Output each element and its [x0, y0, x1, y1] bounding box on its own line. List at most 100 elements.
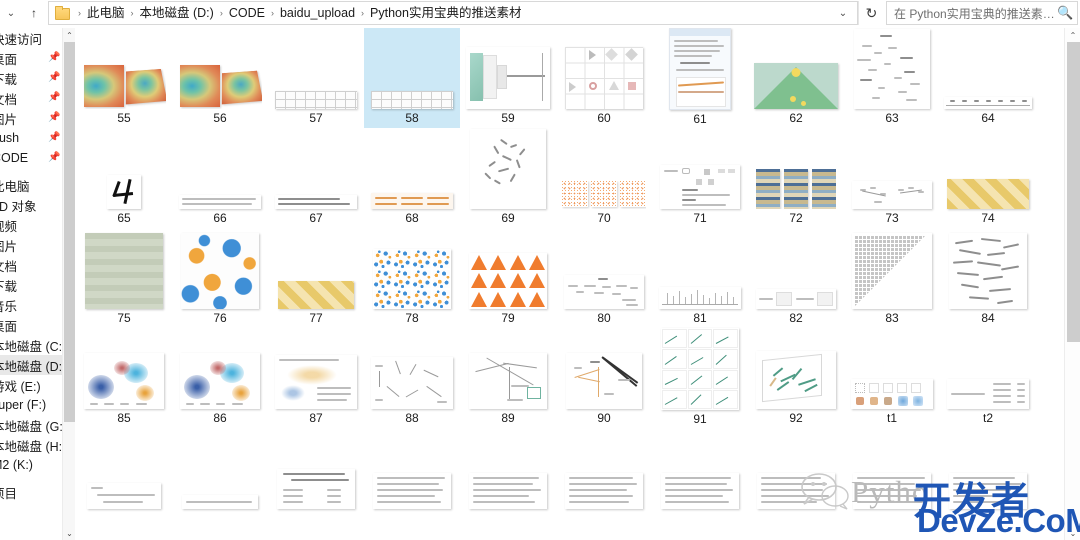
- scroll-down-icon[interactable]: ⌄: [1065, 526, 1080, 540]
- navigation-pane[interactable]: 快速访问 桌面 📌 下载 📌 文档 📌 图片 📌 push 📌 CODE 📌 此…: [0, 28, 62, 540]
- search-box[interactable]: 在 Python实用宝典的推送素… 🔍: [886, 1, 1078, 25]
- file-item[interactable]: 90: [556, 328, 652, 428]
- file-item[interactable]: 72: [748, 128, 844, 228]
- breadcrumb-item-0[interactable]: 此电脑: [85, 2, 127, 24]
- file-item[interactable]: [76, 428, 172, 528]
- file-item[interactable]: [556, 428, 652, 528]
- file-item[interactable]: t2: [940, 328, 1036, 428]
- content-scrollbar-thumb[interactable]: [1067, 42, 1080, 342]
- sidebar-item-drive-f[interactable]: super (F:): [0, 395, 62, 415]
- file-item[interactable]: 79: [460, 228, 556, 328]
- scroll-down-icon[interactable]: ⌄: [63, 526, 76, 540]
- sidebar-item-videos[interactable]: 视频: [0, 215, 62, 235]
- file-item[interactable]: 91: [652, 328, 748, 428]
- sidebar-item-documents-pc[interactable]: 文档: [0, 255, 62, 275]
- file-item[interactable]: [364, 428, 460, 528]
- file-item[interactable]: [268, 428, 364, 528]
- sidebar-item-pictures-pc[interactable]: 图片: [0, 235, 62, 255]
- sidebar-item-drive-h[interactable]: 本地磁盘 (H:): [0, 435, 62, 455]
- file-item[interactable]: 71: [652, 128, 748, 228]
- file-item[interactable]: 62: [748, 28, 844, 128]
- sidebar-scrollbar-thumb[interactable]: [64, 42, 75, 422]
- sidebar-group-this-pc[interactable]: 此电脑: [0, 175, 62, 195]
- search-input[interactable]: 在 Python实用宝典的推送素…: [894, 5, 1057, 22]
- sidebar-label: 此电脑: [0, 179, 30, 194]
- file-item[interactable]: 64: [940, 28, 1036, 128]
- file-item[interactable]: 88: [364, 328, 460, 428]
- file-item[interactable]: 85: [76, 328, 172, 428]
- file-item[interactable]: 57: [268, 28, 364, 128]
- file-item-selected[interactable]: 58: [364, 28, 460, 128]
- file-item[interactable]: 66: [172, 128, 268, 228]
- thumbnail: [940, 428, 1036, 511]
- sidebar-item-desktop[interactable]: 桌面 📌: [0, 48, 62, 68]
- sidebar-item-drive-g[interactable]: 本地磁盘 (G:): [0, 415, 62, 435]
- file-item[interactable]: 80: [556, 228, 652, 328]
- sidebar-item-push[interactable]: push 📌: [0, 128, 62, 148]
- thumbnail: [652, 28, 748, 112]
- file-item[interactable]: 83: [844, 228, 940, 328]
- file-item[interactable]: 75: [76, 228, 172, 328]
- sidebar-item-3d-objects[interactable]: 3D 对象: [0, 195, 62, 215]
- sidebar-scrollbar[interactable]: ⌃ ⌄: [62, 28, 75, 540]
- file-item[interactable]: [940, 428, 1036, 528]
- breadcrumb-item-2[interactable]: CODE: [227, 2, 267, 24]
- file-item[interactable]: 89: [460, 328, 556, 428]
- sidebar-item-drive-c[interactable]: 本地磁盘 (C:): [0, 335, 62, 355]
- file-item[interactable]: 61: [652, 28, 748, 128]
- sidebar-item-desktop-pc[interactable]: 桌面: [0, 315, 62, 335]
- scroll-up-icon[interactable]: ⌃: [63, 28, 76, 42]
- breadcrumb-item-4[interactable]: Python实用宝典的推送素材: [368, 2, 523, 24]
- file-item[interactable]: 60: [556, 28, 652, 128]
- sidebar-item-documents[interactable]: 文档 📌: [0, 88, 62, 108]
- scroll-up-icon[interactable]: ⌃: [1065, 28, 1080, 42]
- sidebar-item-downloads[interactable]: 下载 📌: [0, 68, 62, 88]
- content-scrollbar[interactable]: ⌃ ⌄: [1064, 28, 1080, 540]
- file-row: 55 56 57 58 59 60 61 62 63 64: [76, 28, 1064, 128]
- sidebar-item-pictures[interactable]: 图片 📌: [0, 108, 62, 128]
- sidebar-group-projects[interactable]: 项目: [0, 482, 62, 502]
- file-item[interactable]: 73: [844, 128, 940, 228]
- file-item[interactable]: 56: [172, 28, 268, 128]
- sidebar-item-drive-d[interactable]: 本地磁盘 (D:): [0, 355, 62, 375]
- file-item[interactable]: 76: [172, 228, 268, 328]
- address-path-box[interactable]: › 此电脑 › 本地磁盘 (D:) › CODE › baidu_upload …: [48, 1, 858, 25]
- file-item[interactable]: [172, 428, 268, 528]
- file-item[interactable]: 86: [172, 328, 268, 428]
- file-item[interactable]: 68: [364, 128, 460, 228]
- history-dropdown-button[interactable]: ⌄: [0, 1, 22, 25]
- file-item[interactable]: 69: [460, 128, 556, 228]
- file-item[interactable]: 82: [748, 228, 844, 328]
- sidebar-item-drive-e[interactable]: 游戏 (E:): [0, 375, 62, 395]
- file-item[interactable]: 77: [268, 228, 364, 328]
- file-item[interactable]: [460, 428, 556, 528]
- search-icon[interactable]: 🔍: [1057, 5, 1073, 21]
- file-item[interactable]: 87: [268, 328, 364, 428]
- chevron-down-icon[interactable]: ⌄: [831, 2, 855, 24]
- file-item[interactable]: 65: [76, 128, 172, 228]
- file-item[interactable]: [652, 428, 748, 528]
- breadcrumb-item-1[interactable]: 本地磁盘 (D:): [138, 2, 216, 24]
- breadcrumb-item-3[interactable]: baidu_upload: [278, 2, 357, 24]
- file-item[interactable]: 67: [268, 128, 364, 228]
- file-item[interactable]: 70: [556, 128, 652, 228]
- file-item[interactable]: 78: [364, 228, 460, 328]
- sidebar-item-music[interactable]: 音乐: [0, 295, 62, 315]
- refresh-button[interactable]: ↻: [858, 1, 884, 25]
- sidebar-group-quick-access[interactable]: 快速访问: [0, 28, 62, 48]
- file-item[interactable]: 63: [844, 28, 940, 128]
- file-list-view[interactable]: 55 56 57 58 59 60 61 62 63 64 65 66 67 6…: [76, 28, 1064, 540]
- file-item[interactable]: 92: [748, 328, 844, 428]
- sidebar-item-drive-k[interactable]: M2 (K:): [0, 455, 62, 475]
- file-item[interactable]: [748, 428, 844, 528]
- file-item[interactable]: t1: [844, 328, 940, 428]
- file-item[interactable]: 84: [940, 228, 1036, 328]
- sidebar-item-code[interactable]: CODE 📌: [0, 148, 62, 168]
- sidebar-item-downloads-pc[interactable]: 下载: [0, 275, 62, 295]
- file-item[interactable]: 74: [940, 128, 1036, 228]
- file-item[interactable]: 55: [76, 28, 172, 128]
- file-item[interactable]: [844, 428, 940, 528]
- navigate-up-button[interactable]: ↑: [22, 1, 46, 25]
- file-item[interactable]: 59: [460, 28, 556, 128]
- file-item[interactable]: 81: [652, 228, 748, 328]
